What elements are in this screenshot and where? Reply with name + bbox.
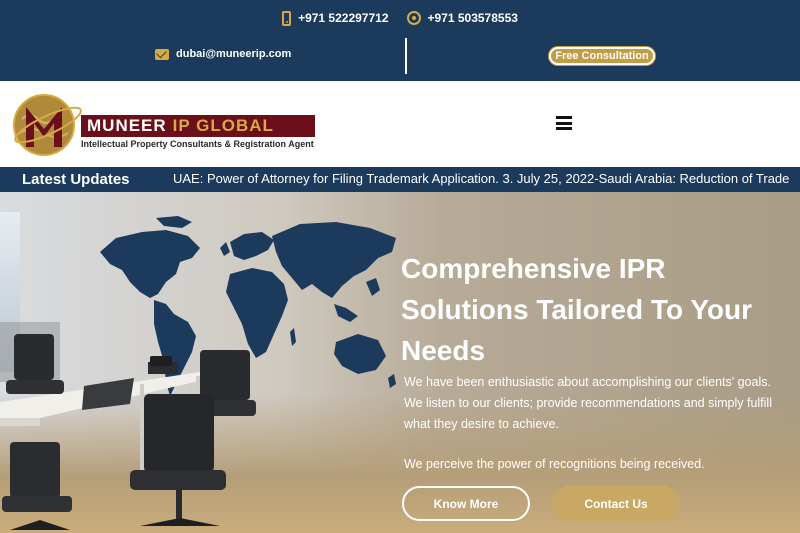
top-contact-bar: +971 522297712 +971 503578553 dubai@mune… (0, 0, 800, 81)
latest-updates-ticker: Latest Updates UAE: Power of Attorney fo… (0, 167, 800, 192)
know-more-button[interactable]: Know More (402, 486, 530, 521)
office-desk-image (0, 322, 256, 530)
hero-banner: Comprehensive IPR Solutions Tailored To … (0, 192, 800, 533)
whatsapp-icon (406, 11, 421, 25)
whatsapp-number: +971 503578553 (427, 11, 518, 25)
ticker-news-link[interactable]: UAE: Power of Attorney for Filing Tradem… (173, 171, 789, 186)
phone-link[interactable]: +971 522297712 (282, 10, 389, 26)
phone-icon (282, 10, 292, 26)
hero-paragraph-1: We have been enthusiastic about accompli… (404, 375, 772, 431)
free-consultation-button[interactable]: Free Consultation (549, 47, 655, 65)
envelope-icon (155, 48, 169, 60)
logo-name-part1: MUNEER (87, 116, 167, 135)
whatsapp-link[interactable]: +971 503578553 (406, 11, 518, 25)
site-header: MUNEER IP GLOBAL Intellectual Property C… (0, 81, 800, 167)
hamburger-menu-icon[interactable] (556, 116, 572, 130)
email-link[interactable]: dubai@muneerip.com (155, 48, 291, 60)
hero-title: Comprehensive IPR Solutions Tailored To … (401, 253, 753, 366)
contact-row: +971 522297712 +971 503578553 (0, 8, 800, 28)
site-logo[interactable]: MUNEER IP GLOBAL Intellectual Property C… (10, 89, 320, 161)
email-address: dubai@muneerip.com (176, 48, 292, 60)
menu-line (556, 116, 572, 119)
ticker-label: Latest Updates (22, 171, 130, 188)
phone-number: +971 522297712 (298, 11, 389, 25)
menu-line (556, 127, 572, 130)
contact-us-button[interactable]: Contact Us (552, 486, 680, 521)
hero-paragraph-2: We perceive the power of recognitions be… (404, 457, 705, 471)
logo-name-part2: IP GLOBAL (172, 116, 274, 135)
menu-line (556, 121, 572, 125)
logo-tagline: Intellectual Property Consultants & Regi… (81, 139, 314, 149)
logo-wordmark: MUNEER IP GLOBAL (81, 115, 315, 137)
topbar-divider (405, 38, 407, 74)
logo-emblem-icon (13, 94, 82, 156)
